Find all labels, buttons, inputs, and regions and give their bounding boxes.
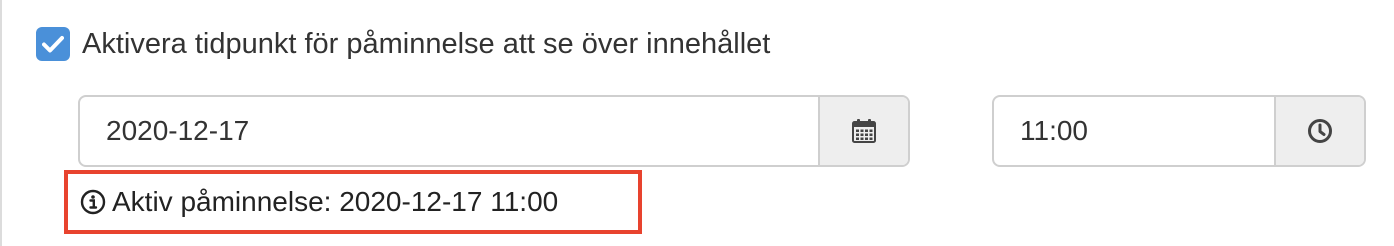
checkmark-icon xyxy=(42,36,64,53)
reminder-checkbox-label[interactable]: Aktivera tidpunkt för påminnelse att se … xyxy=(82,24,770,64)
time-picker-button[interactable] xyxy=(1274,97,1364,165)
reminder-toggle-row[interactable]: Aktivera tidpunkt för påminnelse att se … xyxy=(36,24,770,64)
time-field[interactable] xyxy=(994,97,1274,165)
date-picker-button[interactable] xyxy=(818,97,908,165)
reminder-checkbox[interactable] xyxy=(36,27,70,61)
date-input-group xyxy=(78,95,910,167)
reminder-settings-panel: Aktivera tidpunkt för påminnelse att se … xyxy=(0,0,1394,246)
info-icon xyxy=(80,189,106,215)
active-reminder-text: Aktiv påminnelse: 2020-12-17 11:00 xyxy=(112,186,559,217)
active-reminder-notice: Aktiv påminnelse: 2020-12-17 11:00 xyxy=(64,170,642,234)
clock-icon xyxy=(1308,119,1332,143)
calendar-icon xyxy=(852,119,876,143)
date-field[interactable] xyxy=(80,97,818,165)
time-input-group xyxy=(992,95,1366,167)
